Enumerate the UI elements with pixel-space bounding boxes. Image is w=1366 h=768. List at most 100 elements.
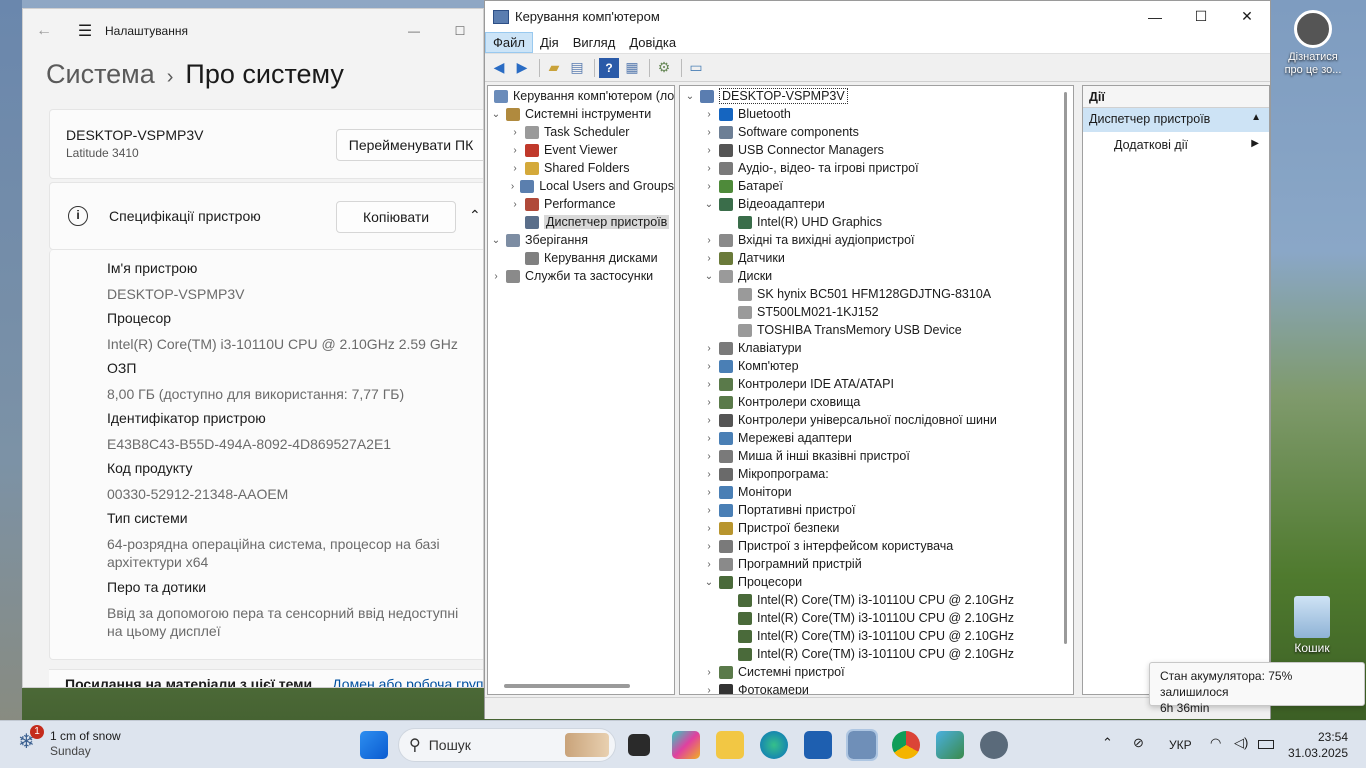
tree-node[interactable]: › Портативні пристрої — [680, 501, 1073, 519]
expanded-chevron-icon[interactable]: ⌄ — [684, 91, 696, 102]
collapsed-chevron-icon[interactable]: › — [703, 451, 715, 462]
collapsed-chevron-icon[interactable]: › — [703, 433, 715, 444]
tree-node[interactable]: ⌄ Відеоадаптери — [680, 195, 1073, 213]
collapsed-chevron-icon[interactable]: › — [703, 235, 715, 246]
edge-icon[interactable] — [760, 731, 788, 759]
collapsed-chevron-icon[interactable]: › — [703, 181, 715, 192]
up-folder-icon[interactable]: ▰ — [544, 58, 564, 78]
help-icon[interactable]: ? — [599, 57, 619, 78]
expanded-chevron-icon[interactable]: ⌄ — [703, 271, 715, 282]
expanded-chevron-icon[interactable]: ⌄ — [703, 577, 715, 588]
collapse-chevron-icon[interactable]: ⌃ — [469, 207, 481, 224]
collapsed-chevron-icon[interactable]: › — [703, 415, 715, 426]
tree-node[interactable]: › Аудіо-, відео- та ігрові пристрої — [680, 159, 1073, 177]
back-arrow-icon[interactable]: ← — [23, 22, 65, 40]
collapsed-chevron-icon[interactable]: › — [490, 271, 502, 282]
collapsed-chevron-icon[interactable]: › — [509, 181, 516, 192]
tray-chevron-icon[interactable]: ⌃ — [1102, 735, 1113, 751]
tree-node[interactable]: ⌄ Процесори — [680, 573, 1073, 591]
collapsed-chevron-icon[interactable]: › — [703, 469, 715, 480]
network-app-icon[interactable] — [936, 731, 964, 759]
collapsed-chevron-icon[interactable]: › — [703, 361, 715, 372]
menu-file[interactable]: Файл — [485, 32, 533, 53]
menu-action[interactable]: Дія — [533, 33, 566, 52]
tree-node[interactable]: ⌄ Зберігання — [488, 231, 674, 249]
tree-node[interactable]: Керування дисками — [488, 249, 674, 267]
breadcrumb-parent[interactable]: Система — [46, 59, 155, 89]
collapsed-chevron-icon[interactable]: › — [703, 667, 715, 678]
tree-node[interactable]: › Software components — [680, 123, 1073, 141]
tree-node[interactable]: ⌄ Системні інструменти — [488, 105, 674, 123]
collapsed-chevron-icon[interactable]: › — [509, 145, 521, 156]
collapsed-chevron-icon[interactable]: › — [703, 343, 715, 354]
show-hide-tree-icon[interactable]: ▤ — [567, 58, 587, 78]
collapsed-chevron-icon[interactable]: › — [703, 505, 715, 516]
tree-node[interactable]: › Фотокамери — [680, 681, 1073, 694]
tree-node[interactable]: ST500LM021-1KJ152 — [680, 303, 1073, 321]
more-actions-item[interactable]: Додаткові дії ▶ — [1083, 132, 1269, 152]
properties-icon[interactable]: ▦ — [622, 58, 642, 78]
tree-node[interactable]: › Служби та застосунки — [488, 267, 674, 285]
collapsed-chevron-icon[interactable]: › — [703, 163, 715, 174]
tree-node[interactable]: › Shared Folders — [488, 159, 674, 177]
tree-node[interactable]: SK hynix BC501 HFM128GDJTNG-8310A — [680, 285, 1073, 303]
expanded-chevron-icon[interactable]: ⌄ — [490, 235, 502, 246]
forward-arrow-icon[interactable]: ▶ — [512, 58, 532, 78]
weather-widget[interactable]: ❄ 1 1 cm of snow Sunday — [18, 725, 121, 759]
store-icon[interactable] — [804, 731, 832, 759]
menu-view[interactable]: Вигляд — [566, 33, 623, 52]
expanded-chevron-icon[interactable]: ⌄ — [490, 109, 502, 120]
horizontal-scrollbar[interactable] — [504, 684, 630, 688]
tree-node[interactable]: ⌄ Диски — [680, 267, 1073, 285]
collapse-triangle-icon[interactable]: ▲ — [1251, 112, 1261, 123]
clock[interactable]: 23:54 31.03.2025 — [1284, 729, 1348, 761]
tree-node[interactable]: TOSHIBA TransMemory USB Device — [680, 321, 1073, 339]
collapsed-chevron-icon[interactable]: › — [703, 253, 715, 264]
tree-node[interactable]: › Task Scheduler — [488, 123, 674, 141]
volume-icon[interactable]: ◁) — [1234, 735, 1248, 751]
tree-node[interactable]: › Контролери IDE ATA/ATAPI — [680, 375, 1073, 393]
collapsed-chevron-icon[interactable]: › — [703, 397, 715, 408]
tree-node[interactable]: › Local Users and Groups — [488, 177, 674, 195]
rename-pc-button[interactable]: Перейменувати ПК — [336, 129, 483, 161]
tree-node[interactable]: Керування комп'ютером (лок — [488, 87, 674, 105]
close-button[interactable]: ✕ — [1224, 8, 1270, 25]
tree-node[interactable]: › Контролери універсальної послідовної ши… — [680, 411, 1073, 429]
minimize-button[interactable]: — — [1132, 9, 1178, 25]
minimize-button[interactable]: — — [391, 24, 437, 38]
no-network-icon[interactable]: ⊘ — [1133, 735, 1144, 751]
copy-button[interactable]: Копіювати — [336, 201, 456, 233]
file-explorer-icon[interactable] — [716, 731, 744, 759]
settings-gear-icon[interactable] — [980, 731, 1008, 759]
menu-help[interactable]: Довідка — [622, 33, 683, 52]
tree-node[interactable]: › Пристрої з інтерфейсом користувача — [680, 537, 1073, 555]
collapsed-chevron-icon[interactable]: › — [703, 109, 715, 120]
hamburger-menu-icon[interactable]: ☰ — [65, 21, 105, 41]
collapsed-chevron-icon[interactable]: › — [509, 163, 521, 174]
tree-node[interactable]: › Системні пристрої — [680, 663, 1073, 681]
collapsed-chevron-icon[interactable]: › — [703, 379, 715, 390]
collapsed-chevron-icon[interactable]: › — [703, 541, 715, 552]
start-button-icon[interactable] — [360, 731, 388, 759]
recycle-bin-icon[interactable]: Кошик — [1286, 596, 1338, 655]
tree-node[interactable]: › Вхідні та вихідні аудіопристрої — [680, 231, 1073, 249]
collapsed-chevron-icon[interactable]: › — [703, 559, 715, 570]
tree-node[interactable]: › Клавіатури — [680, 339, 1073, 357]
maximize-button[interactable]: ☐ — [437, 24, 483, 38]
tree-node[interactable]: Intel(R) Core(TM) i3-10110U CPU @ 2.10GH… — [680, 645, 1073, 663]
tree-node[interactable]: › Комп'ютер — [680, 357, 1073, 375]
collapsed-chevron-icon[interactable]: › — [509, 199, 521, 210]
tree-node[interactable]: › Миша й інші вказівні пристрої — [680, 447, 1073, 465]
vertical-scrollbar[interactable] — [1064, 92, 1067, 644]
tree-node[interactable]: › Bluetooth — [680, 105, 1073, 123]
collapsed-chevron-icon[interactable]: › — [509, 127, 521, 138]
expanded-chevron-icon[interactable]: ⌄ — [703, 199, 715, 210]
tree-node[interactable]: Диспетчер пристроїв — [488, 213, 674, 231]
tree-node[interactable]: Intel(R) Core(TM) i3-10110U CPU @ 2.10GH… — [680, 609, 1073, 627]
tree-node[interactable]: › USB Connector Managers — [680, 141, 1073, 159]
activate-windows-icon[interactable]: Дізнатися про це зо... — [1280, 10, 1346, 77]
task-view-icon[interactable] — [628, 734, 650, 756]
monitor-icon[interactable]: ▭ — [686, 58, 706, 78]
tree-node[interactable]: › Програмний пристрій — [680, 555, 1073, 573]
tree-node[interactable]: Intel(R) Core(TM) i3-10110U CPU @ 2.10GH… — [680, 627, 1073, 645]
